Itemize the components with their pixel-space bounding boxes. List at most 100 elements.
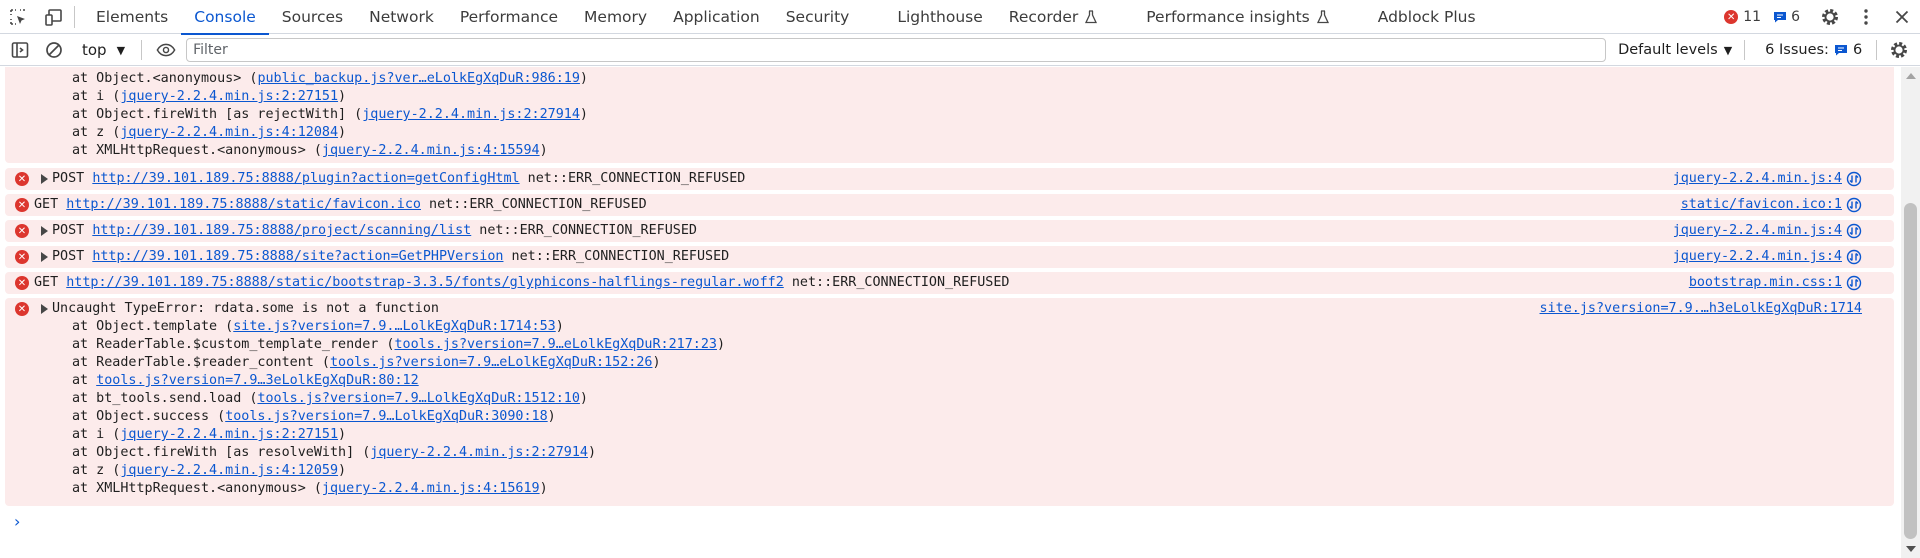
error-count-badge[interactable]: ✕ 11 bbox=[1724, 9, 1761, 25]
source-location-link[interactable]: jquery-2.2.4.min.js:4 bbox=[1673, 170, 1842, 188]
network-request-icon[interactable] bbox=[1846, 223, 1862, 239]
tab-label: Network bbox=[369, 8, 434, 26]
stack-frame-link[interactable]: public_backup.js?ver…eLolkEgXqDuR:986:19 bbox=[257, 71, 579, 86]
stack-frame: at tools.js?version=7.9…3eLolkEgXqDuR:80… bbox=[72, 373, 419, 388]
network-request-icon[interactable] bbox=[1846, 171, 1862, 187]
console-scrollbar[interactable] bbox=[1901, 67, 1920, 558]
console-error-message: ✕ POST http://39.101.189.75:8888/plugin?… bbox=[5, 168, 1894, 190]
devtools-tabbar: Elements Console Sources Network Perform… bbox=[0, 0, 1920, 35]
expand-triangle-icon[interactable] bbox=[41, 252, 48, 262]
source-location-link[interactable]: jquery-2.2.4.min.js:4 bbox=[1673, 248, 1842, 266]
stack-frame-link[interactable]: jquery-2.2.4.min.js:4:12059 bbox=[120, 463, 338, 478]
error-icon: ✕ bbox=[15, 302, 29, 316]
stack-frame: at XMLHttpRequest.<anonymous> (jquery-2.… bbox=[72, 143, 548, 158]
source-location-link[interactable]: jquery-2.2.4.min.js:4 bbox=[1673, 222, 1842, 240]
stack-frame-link[interactable]: tools.js?version=7.9…LolkEgXqDuR:3090:18 bbox=[225, 409, 547, 424]
tab-memory[interactable]: Memory bbox=[571, 0, 660, 34]
flask-icon bbox=[1316, 10, 1329, 24]
tabbar-right: ✕ 11 6 bbox=[1724, 0, 1920, 34]
tab-label: Memory bbox=[584, 8, 648, 26]
scroll-up-arrow-icon[interactable] bbox=[1906, 73, 1916, 79]
issues-label: 6 Issues: bbox=[1765, 42, 1829, 58]
error-icon: ✕ bbox=[15, 250, 29, 264]
tab-lighthouse[interactable]: Lighthouse bbox=[884, 0, 995, 34]
error-icon: ✕ bbox=[15, 276, 29, 290]
scrollbar-thumb[interactable] bbox=[1904, 203, 1917, 539]
tab-label: Adblock Plus bbox=[1377, 8, 1476, 26]
source-location-link[interactable]: static/favicon.ico:1 bbox=[1681, 196, 1842, 214]
network-error-line: GET http://39.101.189.75:8888/static/boo… bbox=[34, 275, 1010, 290]
request-url-link[interactable]: http://39.101.189.75:8888/project/scanni… bbox=[92, 223, 471, 238]
stack-frame-link[interactable]: tools.js?version=7.9…eLolkEgXqDuR:152:26 bbox=[330, 355, 652, 370]
network-request-icon[interactable] bbox=[1846, 197, 1862, 213]
source-location-link[interactable]: bootstrap.min.css:1 bbox=[1689, 274, 1842, 292]
stack-frame-link[interactable]: jquery-2.2.4.min.js:2:27151 bbox=[120, 427, 338, 442]
sidebar-toggle-icon[interactable] bbox=[6, 35, 34, 66]
stack-frame: at ReaderTable.$custom_template_render (… bbox=[72, 337, 726, 352]
tab-network[interactable]: Network bbox=[356, 0, 447, 34]
tab-elements[interactable]: Elements bbox=[83, 0, 181, 34]
toolbar-separator bbox=[1876, 40, 1878, 60]
tab-label: Console bbox=[194, 8, 256, 26]
console-settings-gear-icon[interactable] bbox=[1885, 35, 1913, 66]
source-location-link[interactable]: site.js?version=7.9.…h3eLolkEgXqDuR:1714 bbox=[1540, 300, 1862, 318]
expand-triangle-icon[interactable] bbox=[41, 226, 48, 236]
console-messages: · at Object.<anonymous> (public_backup.j… bbox=[0, 67, 1901, 558]
toolbar-separator bbox=[1744, 40, 1746, 60]
stack-frame-link[interactable]: jquery-2.2.4.min.js:4:12084 bbox=[120, 125, 338, 140]
tab-label: Performance insights bbox=[1146, 8, 1310, 26]
stack-frame-link[interactable]: tools.js?version=7.9…LolkEgXqDuR:1512:10 bbox=[257, 391, 579, 406]
stack-frame-link[interactable]: jquery-2.2.4.min.js:2:27914 bbox=[370, 445, 588, 460]
issues-button[interactable]: 6 Issues: 6 bbox=[1765, 42, 1862, 58]
tab-adblock-plus[interactable]: Adblock Plus bbox=[1365, 0, 1489, 34]
settings-gear-icon[interactable] bbox=[1812, 0, 1848, 34]
console-error-message: ✕ Uncaught TypeError: rdata.some is not … bbox=[5, 298, 1894, 506]
expand-triangle-icon[interactable] bbox=[41, 174, 48, 184]
live-expression-eye-icon[interactable] bbox=[152, 35, 180, 66]
device-toolbar-icon[interactable] bbox=[36, 0, 72, 34]
tab-console[interactable]: Console bbox=[181, 0, 269, 35]
tab-sources[interactable]: Sources bbox=[269, 0, 356, 34]
tab-performance[interactable]: Performance bbox=[447, 0, 571, 34]
stack-frame-link[interactable]: site.js?version=7.9.…LolkEgXqDuR:1714:53 bbox=[233, 319, 555, 334]
tab-security[interactable]: Security bbox=[773, 0, 863, 34]
network-request-icon[interactable] bbox=[1846, 275, 1862, 291]
console-error-message: ✕ GET http://39.101.189.75:8888/static/b… bbox=[5, 272, 1894, 294]
inspect-element-icon[interactable] bbox=[0, 0, 36, 34]
tab-label: Recorder bbox=[1008, 8, 1079, 26]
message-count-badge[interactable]: 6 bbox=[1773, 9, 1800, 25]
request-url-link[interactable]: http://39.101.189.75:8888/plugin?action=… bbox=[92, 171, 519, 186]
message-icon bbox=[1834, 45, 1847, 56]
flask-icon bbox=[1085, 10, 1098, 24]
log-levels-dropdown[interactable]: Default levels ▼ bbox=[1618, 42, 1732, 58]
stack-frame-link[interactable]: jquery-2.2.4.min.js:2:27914 bbox=[362, 107, 580, 122]
stack-frame: at Object.<anonymous> (public_backup.js?… bbox=[72, 71, 588, 86]
request-url-link[interactable]: http://39.101.189.75:8888/static/favicon… bbox=[66, 197, 421, 212]
context-selector[interactable]: top ▼ bbox=[82, 41, 125, 59]
stack-frame-link[interactable]: tools.js?version=7.9…3eLolkEgXqDuR:80:12 bbox=[96, 373, 418, 388]
chevron-down-icon: ▼ bbox=[1723, 43, 1733, 57]
filter-input[interactable] bbox=[186, 38, 1607, 62]
stack-frame-link[interactable]: jquery-2.2.4.min.js:2:27151 bbox=[120, 89, 338, 104]
close-devtools-icon[interactable] bbox=[1884, 0, 1920, 34]
expand-triangle-icon[interactable] bbox=[41, 304, 48, 314]
stack-frame-link[interactable]: jquery-2.2.4.min.js:4:15594 bbox=[322, 143, 540, 158]
clear-console-icon[interactable] bbox=[40, 35, 68, 66]
network-request-icon[interactable] bbox=[1846, 249, 1862, 265]
request-url-link[interactable]: http://39.101.189.75:8888/static/bootstr… bbox=[66, 275, 784, 290]
stack-frame-link[interactable]: jquery-2.2.4.min.js:4:15619 bbox=[322, 481, 540, 496]
context-value: top bbox=[82, 41, 107, 59]
tab-performance-insights[interactable]: Performance insights bbox=[1133, 0, 1342, 34]
network-error-line: POST http://39.101.189.75:8888/plugin?ac… bbox=[52, 171, 746, 186]
tab-recorder[interactable]: Recorder bbox=[996, 0, 1111, 34]
network-error-line: GET http://39.101.189.75:8888/static/fav… bbox=[34, 197, 647, 212]
more-options-icon[interactable] bbox=[1848, 0, 1884, 34]
stack-frame-link[interactable]: tools.js?version=7.9…eLolkEgXqDuR:217:23 bbox=[394, 337, 716, 352]
tab-application[interactable]: Application bbox=[660, 0, 773, 34]
scroll-down-arrow-icon[interactable] bbox=[1906, 546, 1916, 552]
request-url-link[interactable]: http://39.101.189.75:8888/site?action=Ge… bbox=[92, 249, 503, 264]
network-error-line: POST http://39.101.189.75:8888/site?acti… bbox=[52, 249, 730, 264]
issues-count: 6 bbox=[1852, 42, 1863, 58]
console-prompt[interactable]: › bbox=[14, 512, 20, 531]
stack-frame: at ReaderTable.$reader_content (tools.js… bbox=[72, 355, 661, 370]
